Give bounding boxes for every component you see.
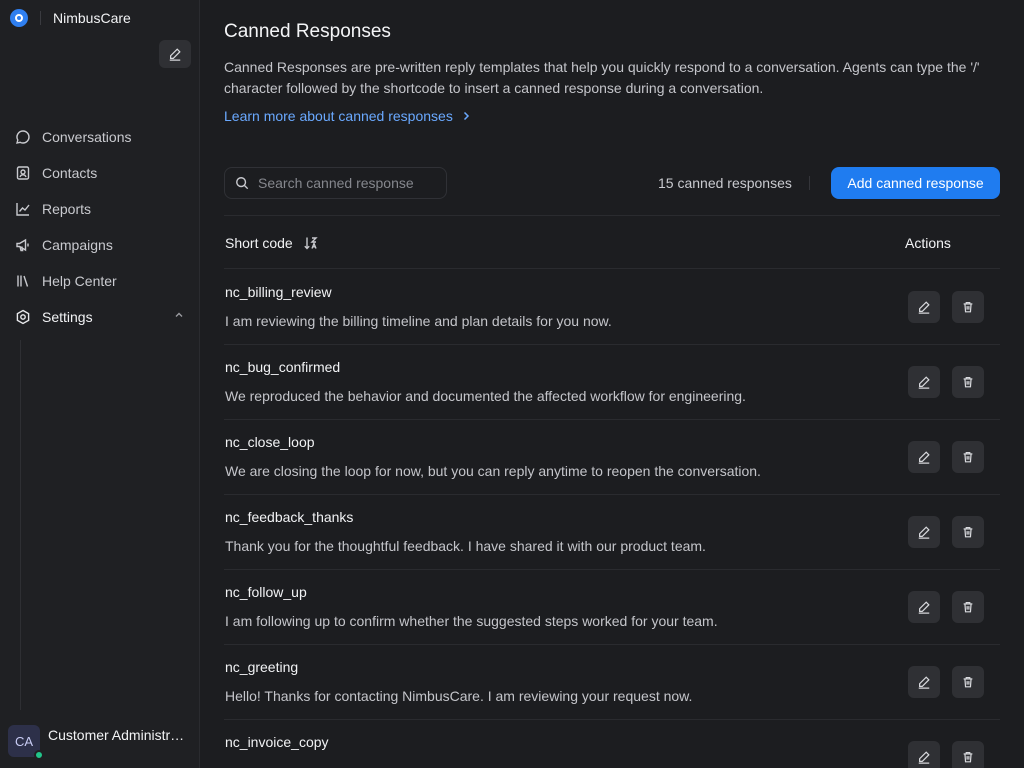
table-row: nc_bug_confirmed We reproduced the behav… [224,345,1000,420]
row-content: Thank you for the thoughtful feedback. I… [225,538,706,554]
chevron-right-icon [463,111,469,121]
trash-icon [963,602,973,613]
sidebar-item-label: Conversations [42,129,132,145]
pencil-icon [918,751,930,764]
column-short-code[interactable]: Short code [225,235,319,251]
row-short-code: nc_bug_confirmed [225,359,341,375]
pencil-icon [918,451,930,464]
contact-card-icon [14,164,32,182]
pencil-icon [918,376,930,389]
row-content: We reproduced the behavior and documente… [225,388,746,404]
pencil-icon [918,301,930,314]
delete-button[interactable] [952,366,984,398]
compose-button[interactable] [159,40,191,68]
row-short-code: nc_billing_review [225,284,332,300]
avatar: CA [8,725,44,760]
sidebar-item-label: Contacts [42,165,98,181]
row-short-code: nc_close_loop [225,434,315,450]
trash-icon [963,527,973,538]
search-icon [236,177,249,190]
trash-icon [963,377,973,388]
edit-button[interactable] [908,591,940,623]
delete-button[interactable] [952,516,984,548]
edit-button[interactable] [908,366,940,398]
megaphone-icon [14,236,32,254]
settings-submenu-guide [20,340,21,710]
add-canned-response-button[interactable]: Add canned response [831,167,1000,199]
row-content: We are closing the loop for now, but you… [225,463,761,479]
edit-button[interactable] [908,441,940,473]
sidebar-nav: Conversations Contacts Reports Campaigns… [10,119,190,335]
trash-icon [963,677,973,688]
delete-button[interactable] [952,591,984,623]
sidebar-item-settings[interactable]: Settings [10,299,190,335]
learn-more-link[interactable]: Learn more about canned responses [224,108,471,124]
learn-more-label: Learn more about canned responses [224,108,453,124]
brand-logo-icon [10,9,28,27]
online-status-dot [34,750,44,760]
row-short-code: nc_follow_up [225,584,307,600]
table-row: nc_follow_up I am following up to confir… [224,570,1000,645]
toolbar-divider [809,176,810,190]
page-title: Canned Responses [224,21,391,42]
brand[interactable]: NimbusCare [10,8,131,28]
pencil-icon [918,601,930,614]
edit-button[interactable] [908,516,940,548]
page-description: Canned Responses are pre-written reply t… [224,59,980,96]
pencil-icon [918,526,930,539]
sidebar: NimbusCare Conversations Contacts Report… [0,0,200,768]
brand-divider [40,11,41,25]
trash-icon [963,752,973,763]
sidebar-item-help-center[interactable]: Help Center [10,263,190,299]
line-chart-icon [14,200,32,218]
edit-button[interactable] [908,666,940,698]
row-content: I am reviewing the billing timeline and … [225,313,612,329]
sort-icon[interactable] [303,235,319,251]
row-content: I am following up to confirm whether the… [225,613,718,629]
sidebar-item-campaigns[interactable]: Campaigns [10,227,190,263]
column-short-code-label: Short code [225,235,293,251]
profile-name: Customer Administrator [48,727,190,743]
edit-button[interactable] [908,291,940,323]
table-row: nc_greeting Hello! Thanks for contacting… [224,645,1000,720]
main-content: Canned Responses Canned Responses are pr… [224,0,1000,768]
delete-button[interactable] [952,441,984,473]
responses-table: nc_billing_review I am reviewing the bil… [224,270,1000,768]
pencil-icon [169,48,181,61]
trash-icon [963,452,973,463]
brand-name: NimbusCare [53,10,131,26]
search-box[interactable] [224,167,447,199]
pencil-icon [918,676,930,689]
search-input[interactable] [258,175,438,191]
sidebar-item-reports[interactable]: Reports [10,191,190,227]
table-row: nc_invoice_copy [224,720,1000,768]
user-profile[interactable]: CA Customer Administrator [8,724,194,760]
delete-button[interactable] [952,291,984,323]
responses-count: 15 canned responses [658,175,792,191]
sidebar-item-conversations[interactable]: Conversations [10,119,190,155]
trash-icon [963,302,973,313]
sidebar-item-label: Help Center [42,273,117,289]
sidebar-item-contacts[interactable]: Contacts [10,155,190,191]
table-row: nc_billing_review I am reviewing the bil… [224,270,1000,345]
sidebar-item-label: Settings [42,309,93,325]
sidebar-item-label: Campaigns [42,237,113,253]
table-row: nc_close_loop We are closing the loop fo… [224,420,1000,495]
chevron-up-icon[interactable] [174,310,184,320]
chat-bubble-icon [14,128,32,146]
library-icon [14,272,32,290]
delete-button[interactable] [952,741,984,768]
gear-icon [14,308,32,326]
column-actions: Actions [905,235,951,251]
avatar-initials: CA [14,733,34,749]
sidebar-item-label: Reports [42,201,92,217]
delete-button[interactable] [952,666,984,698]
row-short-code: nc_invoice_copy [225,734,329,750]
table-header: Short code Actions [224,215,1000,269]
row-short-code: nc_greeting [225,659,299,675]
row-short-code: nc_feedback_thanks [225,509,354,525]
row-content: Hello! Thanks for contacting NimbusCare.… [225,688,693,704]
edit-button[interactable] [908,741,940,768]
table-row: nc_feedback_thanks Thank you for the tho… [224,495,1000,570]
